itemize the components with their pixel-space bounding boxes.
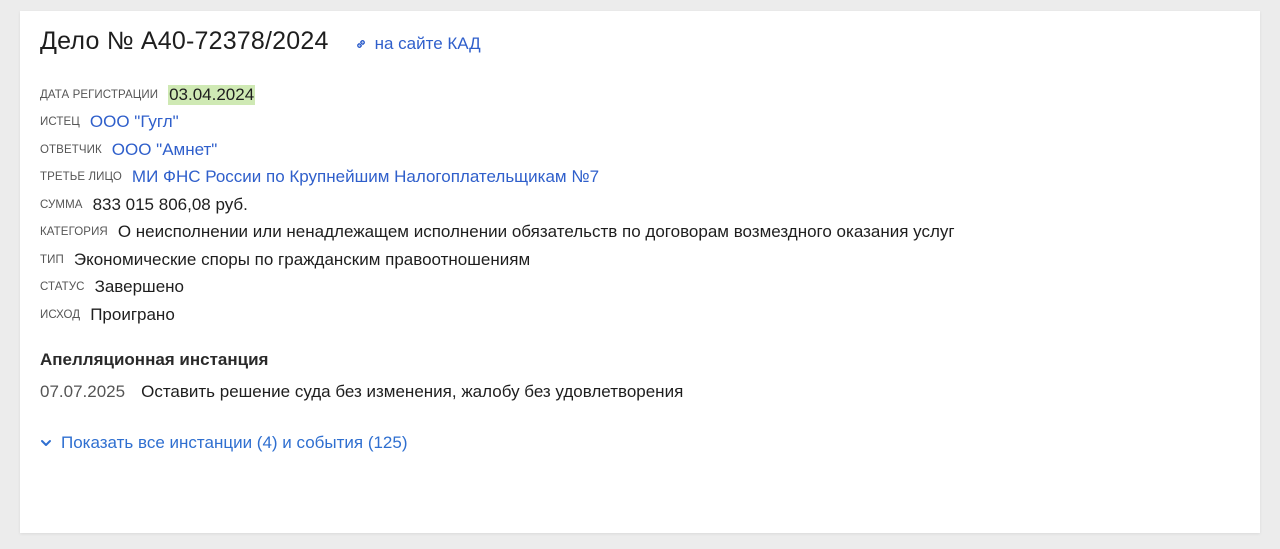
chevron-down-icon [41, 440, 51, 446]
field-label: Исход [40, 308, 81, 321]
defendant-link[interactable]: ООО "Амнет" [112, 140, 218, 160]
appeal-date: 07.07.2025 [40, 382, 126, 401]
field-label: Тип [40, 253, 64, 266]
case-card: Дело № А40-72378/2024 на сайте КАД Дата … [20, 11, 1260, 533]
field-registration-date: Дата регистрации 03.04.2024 [40, 81, 955, 109]
appeal-decision: Оставить решение суда без изменения, жал… [141, 382, 684, 401]
field-amount: Сумма 833 015 806,08 руб. [40, 191, 955, 219]
category-value: О неисполнении или ненадлежащем исполнен… [117, 222, 955, 242]
status-value: Завершено [94, 277, 184, 297]
appeal-row: 07.07.2025 Оставить решение суда без изм… [40, 382, 683, 402]
link-icon [356, 39, 365, 48]
case-header: Дело № А40-72378/2024 на сайте КАД [40, 27, 481, 56]
field-label: Ответчик [40, 143, 102, 156]
field-third-party: Третье лицо МИ ФНС России по Крупнейшим … [40, 164, 955, 192]
field-label: Сумма [40, 198, 83, 211]
field-label: Статус [40, 281, 85, 294]
field-plaintiff: Истец ООО "Гугл" [40, 109, 955, 137]
field-label: Истец [40, 116, 80, 129]
kad-link[interactable]: на сайте КАД [355, 34, 481, 54]
field-status: Статус Завершено [40, 274, 955, 302]
field-label: Дата регистрации [40, 88, 159, 101]
field-outcome: Исход Проиграно [40, 301, 955, 329]
field-label: Категория [40, 226, 108, 239]
field-defendant: Ответчик ООО "Амнет" [40, 136, 955, 164]
case-fields: Дата регистрации 03.04.2024 Истец ООО "Г… [40, 81, 955, 329]
appeal-section-title: Апелляционная инстанция [40, 350, 269, 369]
field-type: Тип Экономические споры по гражданским п… [40, 246, 955, 274]
kad-link-label: на сайте КАД [374, 33, 481, 53]
third-party-link[interactable]: МИ ФНС России по Крупнейшим Налогоплател… [132, 167, 599, 187]
field-label: Третье лицо [40, 171, 122, 184]
amount-value: 833 015 806,08 руб. [92, 194, 248, 214]
outcome-value: Проиграно [90, 304, 175, 324]
plaintiff-link[interactable]: ООО "Гугл" [90, 112, 179, 132]
case-title: Дело № А40-72378/2024 [40, 27, 329, 55]
show-all-label: Показать все инстанции (4) и события (12… [61, 433, 408, 452]
type-value: Экономические споры по гражданским право… [73, 249, 531, 269]
registration-date-value: 03.04.2024 [168, 84, 256, 105]
show-all-instances-button[interactable]: Показать все инстанции (4) и события (12… [40, 433, 408, 453]
field-category: Категория О неисполнении или ненадлежаще… [40, 219, 955, 247]
